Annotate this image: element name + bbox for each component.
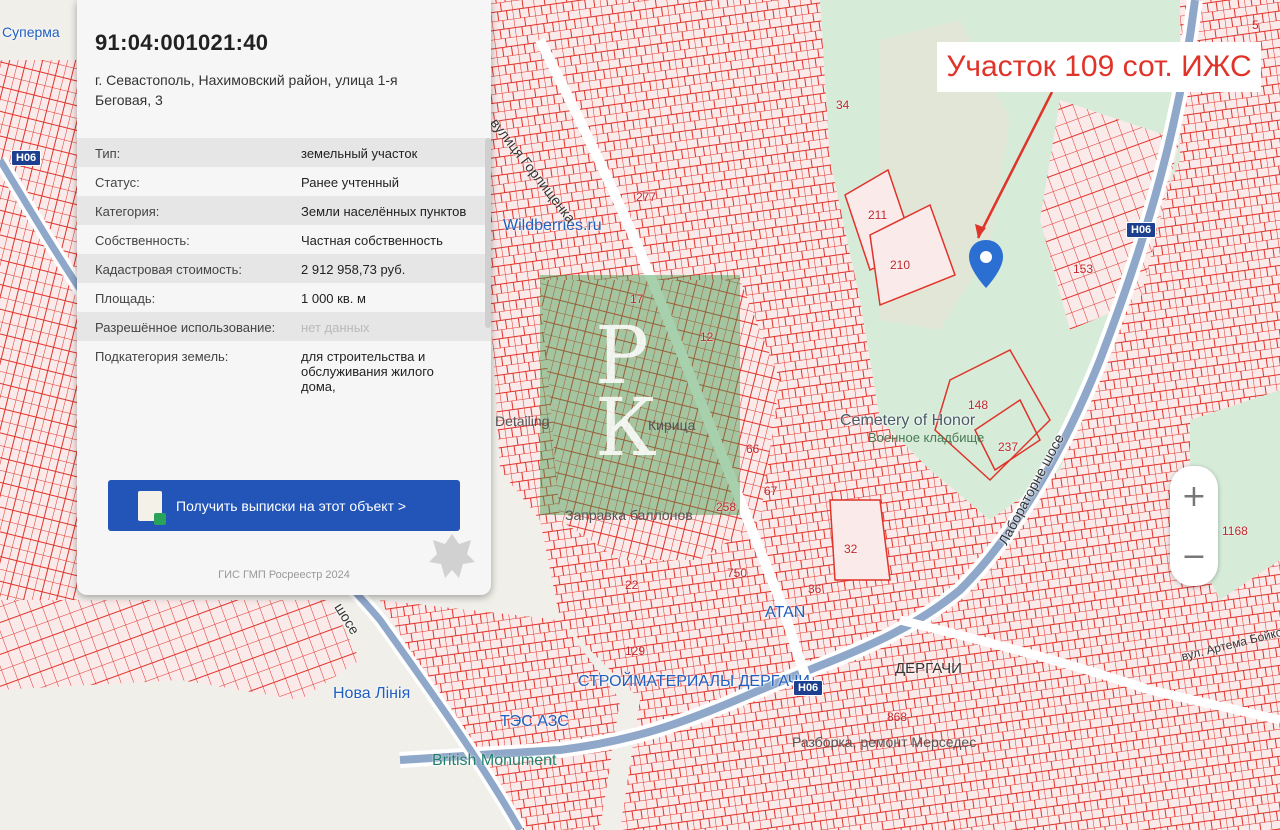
watermark-logo: Р К [540,275,740,515]
plot-number: 277 [636,190,657,204]
zoom-in-button[interactable]: + [1170,466,1218,526]
get-extracts-button-label: Получить выписки на этот объект > [176,497,407,514]
poi-gas-balloons[interactable]: Заправка баллонов [565,507,693,523]
plot-number: 32 [844,542,858,556]
plot-number: 868 [887,710,908,724]
attr-value: нет данных [301,320,370,335]
attr-value: Земли населённых пунктов [301,204,467,219]
attr-row-permitted-use: Разрешённое использование: нет данных [77,312,491,341]
attr-key: Статус: [95,175,140,190]
attr-value: 1 000 кв. м [301,291,366,306]
panel-scrollbar[interactable] [485,138,491,328]
plot-number: 148 [968,398,989,412]
plot-callout-label: Участок 109 сот. ИЖС [937,42,1261,92]
plot-number: 210 [890,258,911,272]
attr-key: Подкатегория земель: [95,349,229,364]
poi-military-cemetery: Военное кладбище [868,430,985,445]
plot-number: 17 [630,292,644,306]
plot-number: 66 [746,442,760,456]
plot-number: 34 [836,98,850,112]
attr-value: для строительства и обслуживания жилого … [301,349,434,394]
plot-number: 211 [868,208,888,222]
attr-row-status: Статус: Ранее учтенный [77,167,491,196]
parcel-address: г. Севастополь, Нахимовский район, улица… [95,72,398,108]
attr-value: земельный участок [301,146,418,161]
plot-number: 12 [700,330,714,344]
poi-detailing[interactable]: Detailing [495,413,549,429]
cadastral-number: 91:04:001021:40 [95,30,269,55]
plot-number: 22 [625,578,639,592]
poi-nova-liniya[interactable]: Нова Лінія [333,685,410,703]
attr-key: Тип: [95,146,121,161]
zoom-control: + − [1170,466,1218,586]
poi-british-monument[interactable]: British Monument [432,752,557,770]
poi-supermarket[interactable]: Суперма [2,24,60,40]
document-download-icon [138,490,166,525]
plot-number: 67 [764,484,778,498]
poi-razborka[interactable]: Разборка, ремонт Мерседес [792,734,976,750]
poi-wildberries[interactable]: Wildberries.ru [503,217,602,235]
plot-number: 258 [716,500,737,514]
attr-key: Разрешённое использование: [95,320,276,335]
poi-kiritsa[interactable]: Кирица [648,417,695,433]
attr-row-category: Категория: Земли населённых пунктов [77,196,491,225]
plot-number: 5 [1252,18,1259,32]
road-badge-n06: Н06 [11,150,42,166]
get-extracts-button[interactable]: Получить выписки на этот объект > [108,480,460,531]
attr-row-land-subcategory: Подкатегория земель: для строительства и… [77,341,491,400]
plot-number: 1168 [1222,524,1248,538]
attr-row-type: Тип: земельный участок [77,138,491,167]
poi-stroymaterialy[interactable]: СТРОЙМАТЕРИАЛЫ ДЕРГАЧИ [578,673,810,691]
attr-row-ownership: Собственность: Частная собственность [77,225,491,254]
road-badge-n06: Н06 [1126,222,1157,238]
attr-row-cadastral-value: Кадастровая стоимость: 2 912 958,73 руб. [77,254,491,283]
road-badge-n06: Н06 [793,680,824,696]
attr-value: Ранее учтенный [301,175,399,190]
plot-number: 237 [998,440,1019,454]
attr-value: 2 912 958,73 руб. [301,262,406,277]
attr-row-area: Площадь: 1 000 кв. м [77,283,491,312]
plot-number: 36 [808,582,822,596]
poi-tes-azs[interactable]: ТЭС АЗС [500,713,569,731]
zoom-out-button[interactable]: − [1170,526,1218,586]
panel-footer: ГИС ГМП Росреестр 2024 [218,569,350,581]
attr-key: Кадастровая стоимость: [95,262,242,277]
district-label-dergachi: ДЕРГАЧИ [895,660,962,677]
parcel-info-panel: 91:04:001021:40 г. Севастополь, Нахимовс… [77,0,491,595]
poi-atan[interactable]: ATAN [765,604,805,622]
attr-key: Собственность: [95,233,190,248]
attributes-table: Тип: земельный участок Статус: Ранее учт… [77,138,491,400]
poi-cemetery-of-honor[interactable]: Cemetery of Honor [840,412,975,430]
plot-number: 750 [727,566,748,580]
plot-number: 129 [625,644,646,658]
attr-key: Категория: [95,204,160,219]
attr-value: Частная собственность [301,233,443,248]
plot-number: 153 [1073,262,1094,276]
attr-key: Площадь: [95,291,156,306]
location-pin-icon[interactable] [969,240,1003,288]
